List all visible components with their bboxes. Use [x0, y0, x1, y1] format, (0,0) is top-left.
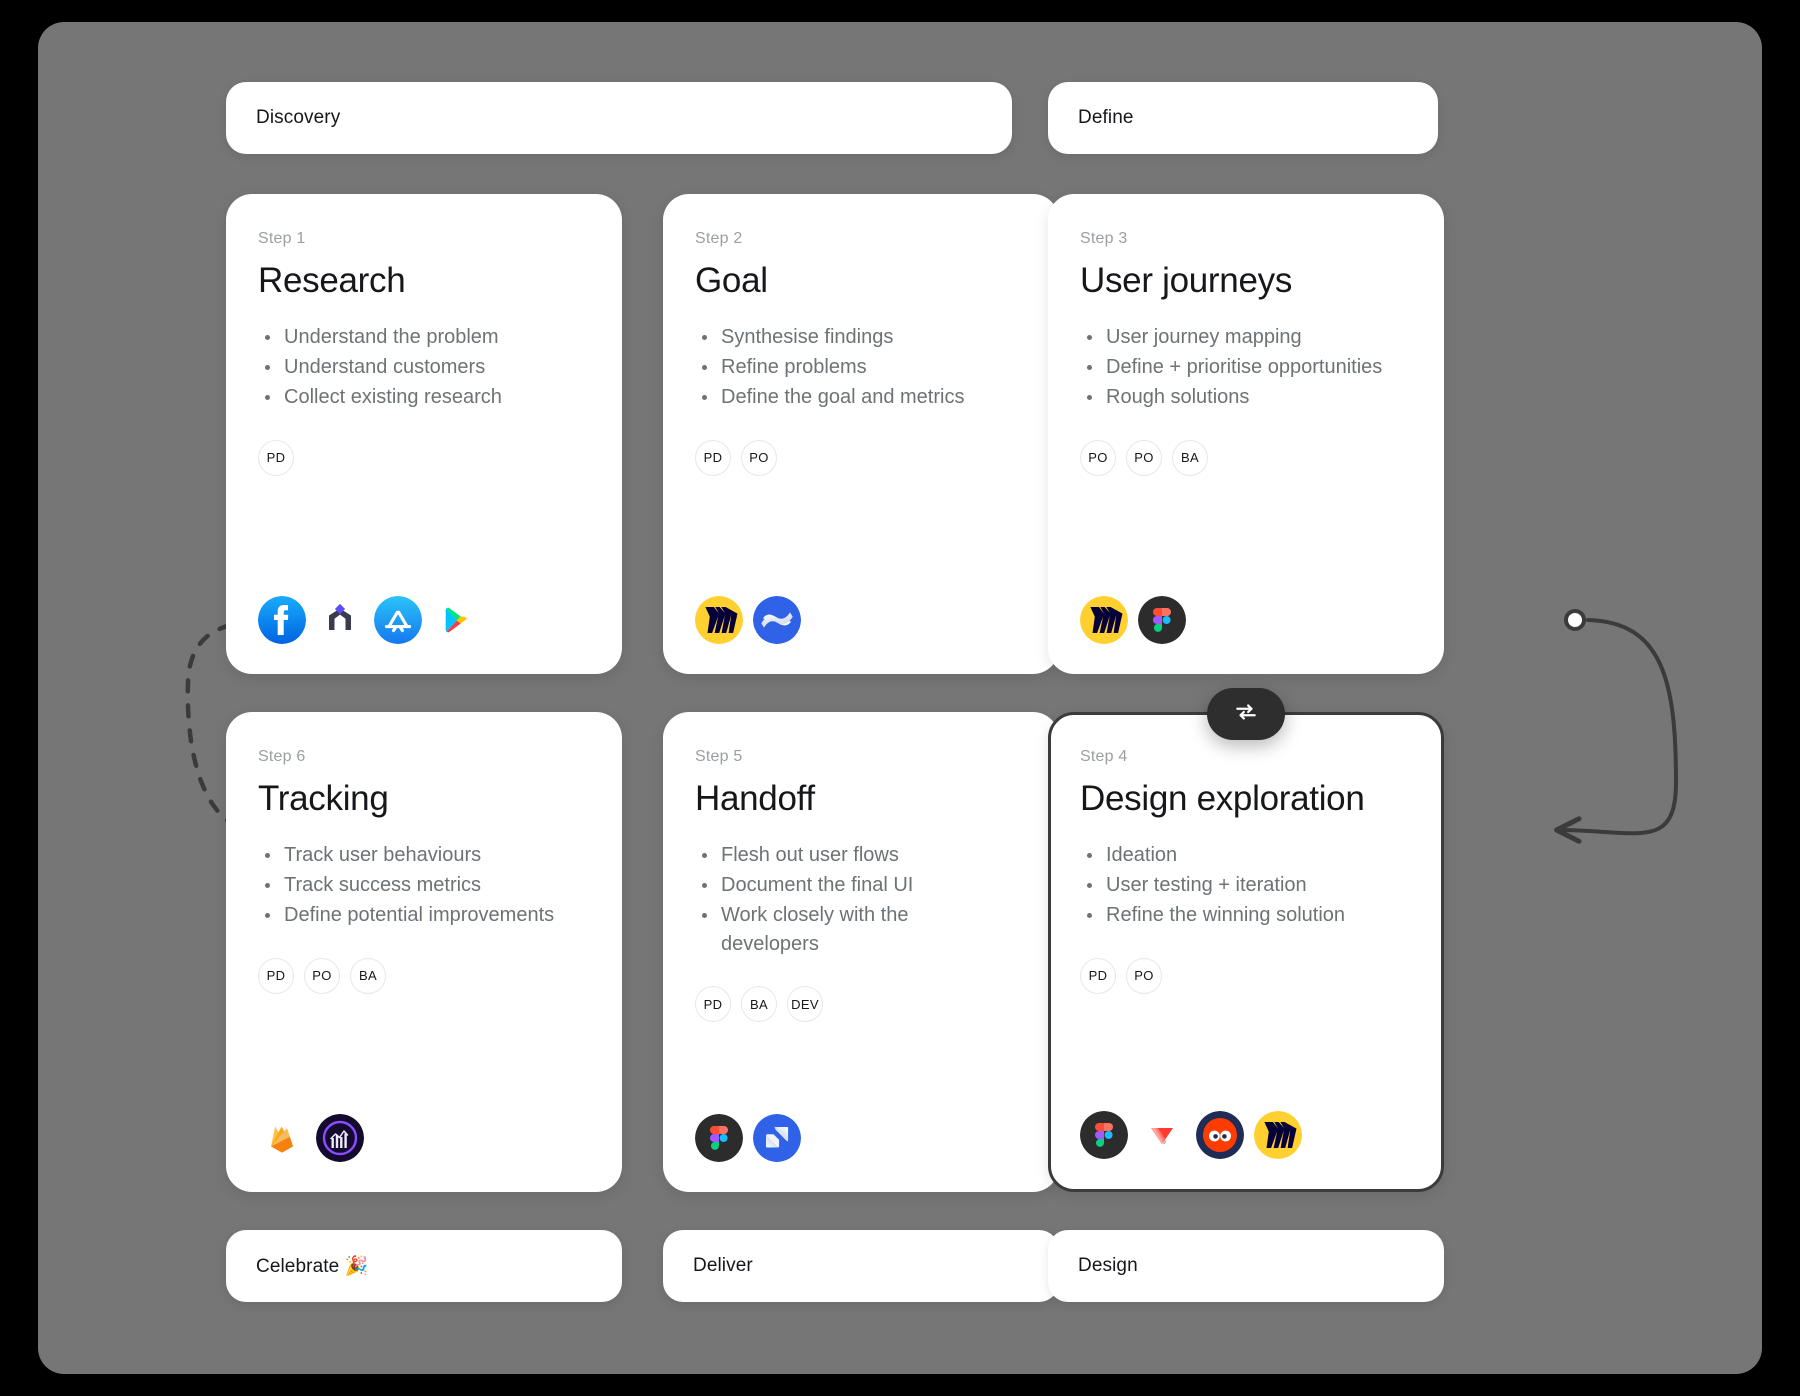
miro-icon[interactable]	[1080, 596, 1128, 644]
connector-user-journeys-to-design-exploration	[1554, 609, 1679, 844]
step-card-research[interactable]: Step 1 Research Understand the problem U…	[226, 194, 622, 674]
phase-pill-discovery[interactable]: Discovery	[226, 82, 1012, 154]
bullet-item: User journey mapping	[1080, 323, 1412, 351]
card-bullets: Understand the problem Understand custom…	[258, 323, 590, 414]
role-badge[interactable]: PD	[258, 439, 294, 476]
card-bullets: Track user behaviours Track success metr…	[258, 841, 590, 932]
step-number: Step 5	[695, 748, 743, 765]
role-badge[interactable]: PO	[1126, 439, 1162, 476]
bullet-item: Define the goal and metrics	[695, 383, 1027, 411]
role-badge[interactable]: PO	[741, 439, 777, 476]
step-card-goal[interactable]: Step 2 Goal Synthesise findings Refine p…	[663, 194, 1059, 674]
app-icons	[1080, 1111, 1412, 1159]
role-badges: PD	[258, 439, 590, 476]
app-icons	[258, 1114, 590, 1162]
bullet-item: Synthesise findings	[695, 323, 1027, 351]
bullet-item: Track user behaviours	[258, 841, 590, 869]
step-number: Step 6	[258, 748, 306, 765]
bullet-item: Document the final UI	[695, 871, 1027, 899]
miro-icon[interactable]	[1254, 1111, 1302, 1159]
miro-icon[interactable]	[695, 596, 743, 644]
workflow-board: Discovery Define Step 1 Research Underst…	[38, 22, 1762, 1374]
card-title: Research	[258, 261, 406, 300]
bullet-item: Flesh out user flows	[695, 841, 1027, 869]
loop-iterate-button[interactable]	[1207, 688, 1285, 740]
role-badge[interactable]: PO	[1080, 439, 1116, 476]
phase-label: Discovery	[256, 107, 341, 128]
step-number: Step 1	[258, 230, 306, 247]
role-badge[interactable]: PO	[1126, 957, 1162, 994]
role-badges: PD PO	[695, 439, 1027, 476]
app-icons	[1080, 596, 1412, 644]
app-icons	[258, 596, 590, 644]
figma-icon[interactable]	[695, 1114, 743, 1162]
bullet-item: Refine the winning solution	[1080, 901, 1412, 929]
card-title: Tracking	[258, 779, 389, 818]
step-number: Step 2	[695, 230, 743, 247]
bullet-item: Define + prioritise opportunities	[1080, 353, 1412, 381]
bullet-item: Track success metrics	[258, 871, 590, 899]
step-card-handoff[interactable]: Step 5 Handoff Flesh out user flows Docu…	[663, 712, 1059, 1192]
app-icons	[695, 596, 1027, 644]
role-badge[interactable]: PO	[304, 957, 340, 994]
card-title: Handoff	[695, 779, 815, 818]
role-badge[interactable]: BA	[741, 986, 777, 1023]
facebook-icon[interactable]	[258, 596, 306, 644]
role-badge[interactable]: PD	[1080, 957, 1116, 994]
role-badges: PD BA DEV	[695, 986, 1027, 1023]
bullet-item: Refine problems	[695, 353, 1027, 381]
firebase-icon[interactable]	[258, 1114, 306, 1162]
step-number: Step 4	[1080, 748, 1128, 765]
role-badge[interactable]: BA	[350, 957, 386, 994]
bullet-item: Ideation	[1080, 841, 1412, 869]
role-badge[interactable]: DEV	[787, 986, 823, 1023]
phase-pill-celebrate[interactable]: Celebrate 🎉	[226, 1230, 622, 1302]
figma-icon[interactable]	[1080, 1111, 1128, 1159]
loop-repeat-icon	[1233, 699, 1259, 730]
card-title: Goal	[695, 261, 768, 300]
step-number: Step 3	[1080, 230, 1128, 247]
screenshot-root: Discovery Define Step 1 Research Underst…	[0, 0, 1800, 1396]
role-badge[interactable]: PD	[695, 986, 731, 1023]
phase-label: Celebrate 🎉	[256, 1256, 369, 1277]
card-bullets: Flesh out user flows Document the final …	[695, 841, 1027, 961]
app-icons	[695, 1114, 1027, 1162]
bullet-item: Rough solutions	[1080, 383, 1412, 411]
card-title: Design exploration	[1080, 779, 1365, 818]
bullet-item: Define potential improvements	[258, 901, 590, 929]
role-badges: PO PO BA	[1080, 439, 1412, 476]
amplitude-icon[interactable]	[316, 1114, 364, 1162]
confluence-icon[interactable]	[753, 596, 801, 644]
figma-icon[interactable]	[1138, 596, 1186, 644]
bullet-item: Work closely with the developers	[695, 901, 931, 958]
bullet-item: Collect existing research	[258, 383, 590, 411]
principle-icon[interactable]	[1138, 1111, 1186, 1159]
app-store-icon[interactable]	[374, 596, 422, 644]
bullet-item: User testing + iteration	[1080, 871, 1412, 899]
phase-label: Define	[1078, 107, 1134, 128]
card-bullets: User journey mapping Define + prioritise…	[1080, 323, 1412, 414]
phase-label: Design	[1078, 1255, 1138, 1276]
card-bullets: Ideation User testing + iteration Refine…	[1080, 841, 1412, 932]
jira-icon[interactable]	[753, 1114, 801, 1162]
role-badge[interactable]: PD	[695, 439, 731, 476]
phase-pill-deliver[interactable]: Deliver	[663, 1230, 1059, 1302]
maze-icon[interactable]	[316, 596, 364, 644]
role-badges: PD PO BA	[258, 957, 590, 994]
role-badge[interactable]: PD	[258, 957, 294, 994]
card-title: User journeys	[1080, 261, 1293, 300]
role-badges: PD PO	[1080, 957, 1412, 994]
phase-pill-define[interactable]: Define	[1048, 82, 1438, 154]
phase-label: Deliver	[693, 1255, 753, 1276]
phase-pill-design[interactable]: Design	[1048, 1230, 1444, 1302]
step-card-design-exploration[interactable]: Step 4 Design exploration Ideation User …	[1048, 712, 1444, 1192]
bullet-item: Understand customers	[258, 353, 590, 381]
google-play-icon[interactable]	[432, 596, 480, 644]
hotjar-icon[interactable]	[1196, 1111, 1244, 1159]
card-bullets: Synthesise findings Refine problems Defi…	[695, 323, 1027, 414]
step-card-user-journeys[interactable]: Step 3 User journeys User journey mappin…	[1048, 194, 1444, 674]
role-badge[interactable]: BA	[1172, 439, 1208, 476]
bullet-item: Understand the problem	[258, 323, 590, 351]
step-card-tracking[interactable]: Step 6 Tracking Track user behaviours Tr…	[226, 712, 622, 1192]
